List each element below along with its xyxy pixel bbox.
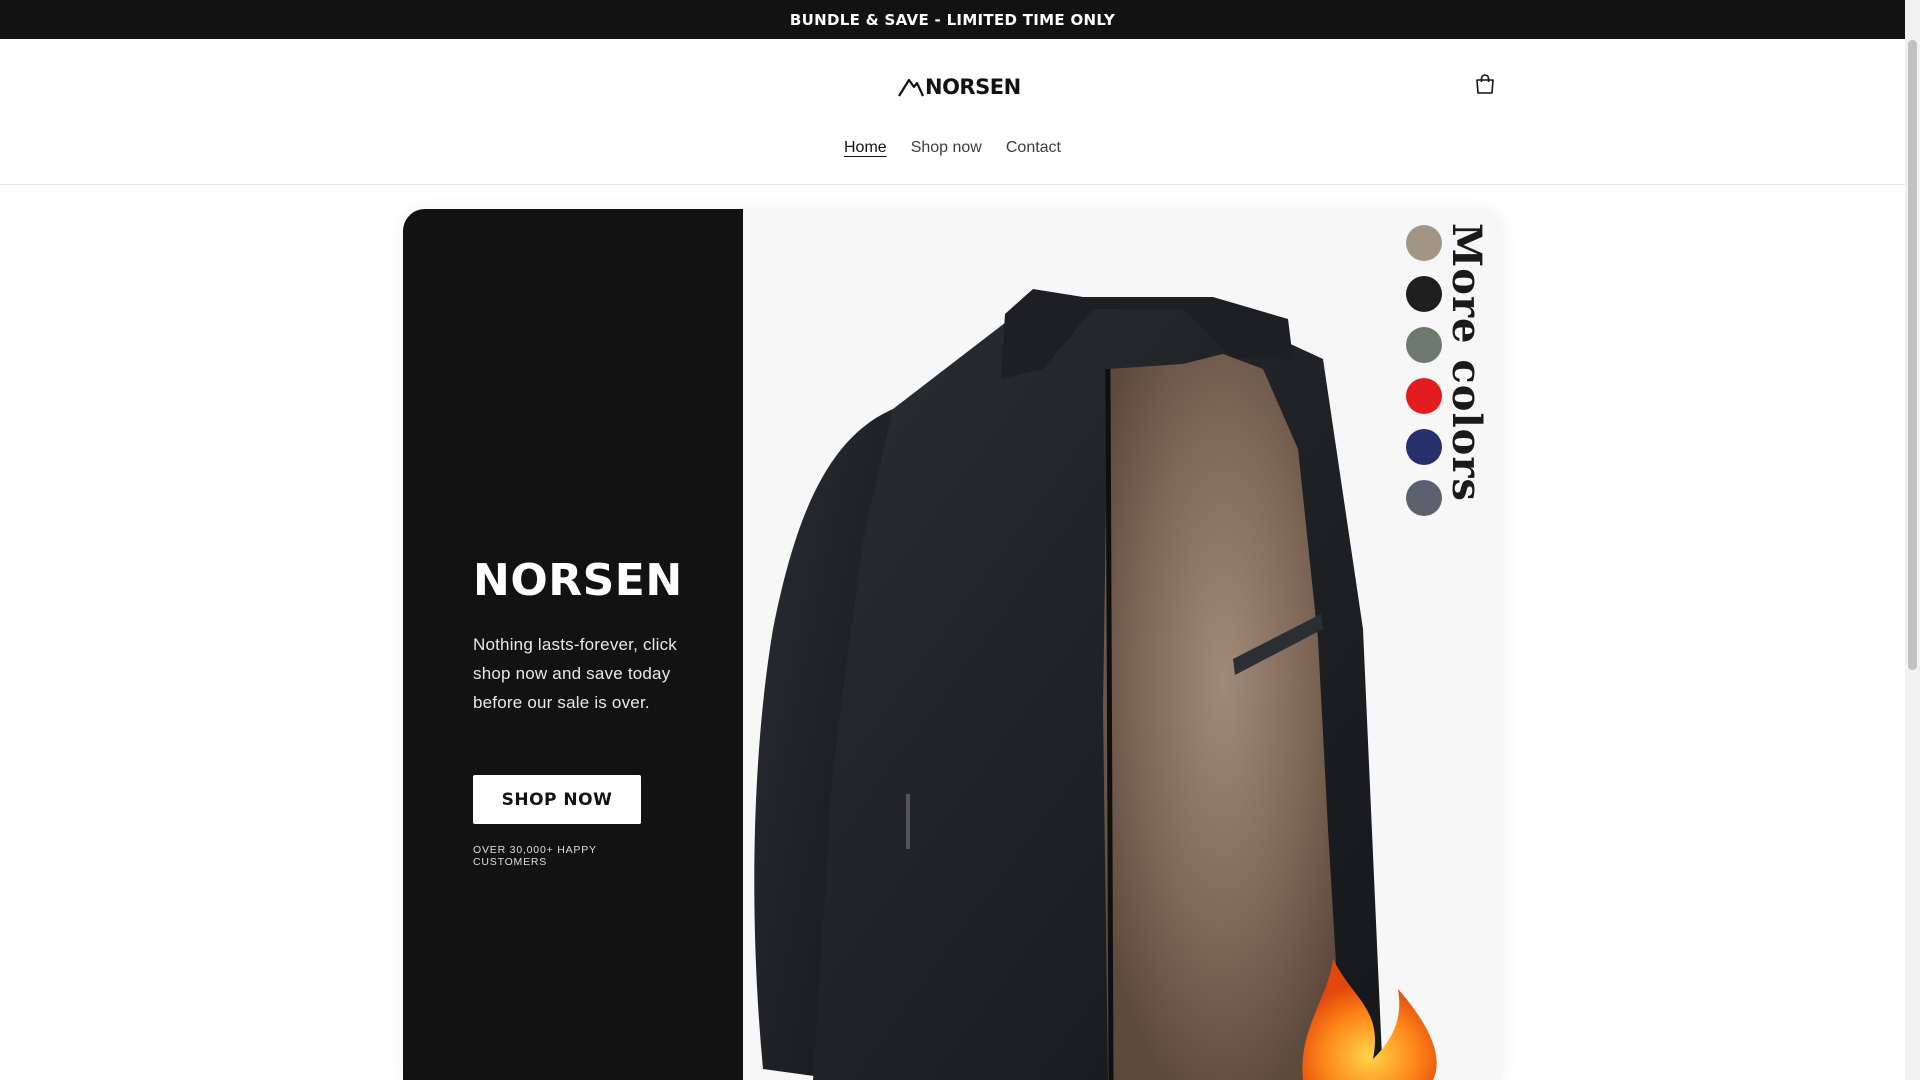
mountain-logo-icon xyxy=(898,78,924,97)
color-swatches xyxy=(1406,225,1442,516)
nav-shop-now[interactable]: Shop now xyxy=(911,133,982,163)
swatch-grey xyxy=(1406,480,1442,516)
shop-now-button[interactable]: SHOP NOW xyxy=(473,775,641,824)
hero-product-image: More colors xyxy=(743,209,1503,1080)
more-colors-text: More colors xyxy=(1443,223,1490,502)
main-nav: Home Shop now Contact xyxy=(0,133,1905,163)
happy-customers-note: OVER 30,000+ HAPPY CUSTOMERS xyxy=(473,844,597,868)
swatch-navy xyxy=(1406,429,1442,465)
site-header: NORSEN Home Shop now Contact xyxy=(0,39,1905,185)
site-logo[interactable]: NORSEN xyxy=(898,72,1021,102)
swatch-red xyxy=(1406,378,1442,414)
swatch-green xyxy=(1406,327,1442,363)
logo-text: NORSEN xyxy=(925,75,1021,99)
cart-icon xyxy=(1476,74,1494,94)
swatch-beige xyxy=(1406,225,1442,261)
swatch-black xyxy=(1406,276,1442,312)
nav-contact[interactable]: Contact xyxy=(1006,133,1061,163)
hero-text-panel: NORSEN Nothing lasts-forever, click shop… xyxy=(403,209,743,1080)
nav-home[interactable]: Home xyxy=(844,133,887,163)
cart-button[interactable] xyxy=(1470,69,1500,99)
hero-description: Nothing lasts-forever, click shop now an… xyxy=(473,635,678,712)
page-scrollbar[interactable] xyxy=(1905,0,1920,1080)
hero-banner: NORSEN Nothing lasts-forever, click shop… xyxy=(403,209,1503,1080)
jacket-image xyxy=(754,289,1437,1080)
scrollbar-thumb[interactable] xyxy=(1908,40,1917,670)
announcement-bar: BUNDLE & SAVE - LIMITED TIME ONLY xyxy=(0,0,1905,39)
announcement-text: BUNDLE & SAVE - LIMITED TIME ONLY xyxy=(789,10,1116,29)
hero-title: NORSEN xyxy=(473,555,683,606)
